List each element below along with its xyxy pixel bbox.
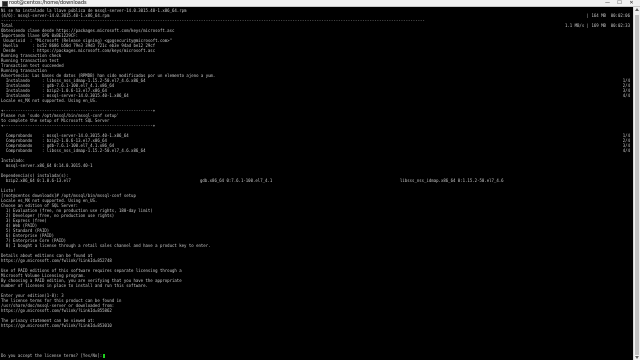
total-stats: 1.1 MB/s | 169 MB 00:02:33 xyxy=(564,23,630,28)
terminal-line: bzip2.x86_64 0:1.0.6-13.el7 xyxy=(1,178,71,183)
terminal-line: +---------------------------------------… xyxy=(1,123,156,128)
progress-count: 4/4 xyxy=(622,148,630,153)
terminal-line: number of licenses in place to install a… xyxy=(1,283,148,288)
terminal-line: https://go.microsoft.com/fwlink/?LinkId=… xyxy=(1,258,112,263)
terminal-line: 8) I bought a license through a retail s… xyxy=(1,243,211,248)
maximize-button[interactable]: ☐ xyxy=(614,0,625,7)
close-button[interactable]: ✕ xyxy=(626,0,637,7)
window-title: root@centos:/home/downloads xyxy=(9,0,87,6)
text-cursor xyxy=(103,354,106,358)
terminal-output[interactable]: Ni se ha instalado la llave pública de m… xyxy=(0,7,633,360)
minimize-button[interactable]: — xyxy=(602,0,613,7)
scrollbar-thumb[interactable] xyxy=(635,15,639,355)
progress-count: 4/4 xyxy=(622,93,630,98)
terminal-line: https://go.microsoft.com/fwlink/?LinkId=… xyxy=(1,308,112,313)
terminal-line: mssql-server.x86_64 0:14.0.3015.40-1 xyxy=(1,163,93,168)
scroll-up-icon[interactable] xyxy=(635,8,639,11)
scroll-down-icon[interactable] xyxy=(635,356,639,359)
window-titlebar: root@centos:/home/downloads — ☐ ✕ xyxy=(0,0,640,7)
terminal-line: Comprobando : libsss_nss_idmap-1.15.2-50… xyxy=(1,148,146,153)
terminal-line: https://go.microsoft.com/fwlink/?LinkId=… xyxy=(1,323,112,328)
dependency-gdb: gdb.x86_64 0:7.6.1-100.el7_4.1 xyxy=(200,178,273,183)
vertical-scrollbar[interactable] xyxy=(633,7,640,360)
license-prompt-line[interactable]: Do you accept the license terms? [Yes/No… xyxy=(1,353,106,358)
license-prompt-text: Do you accept the license terms? [Yes/No… xyxy=(1,353,103,358)
terminal-line: Locale es_MX not supported. Using en_US. xyxy=(1,98,98,103)
dependency-libsss: libsss_nss_idmap.x86_64 0:1.15.2-50.el7_… xyxy=(400,178,504,183)
